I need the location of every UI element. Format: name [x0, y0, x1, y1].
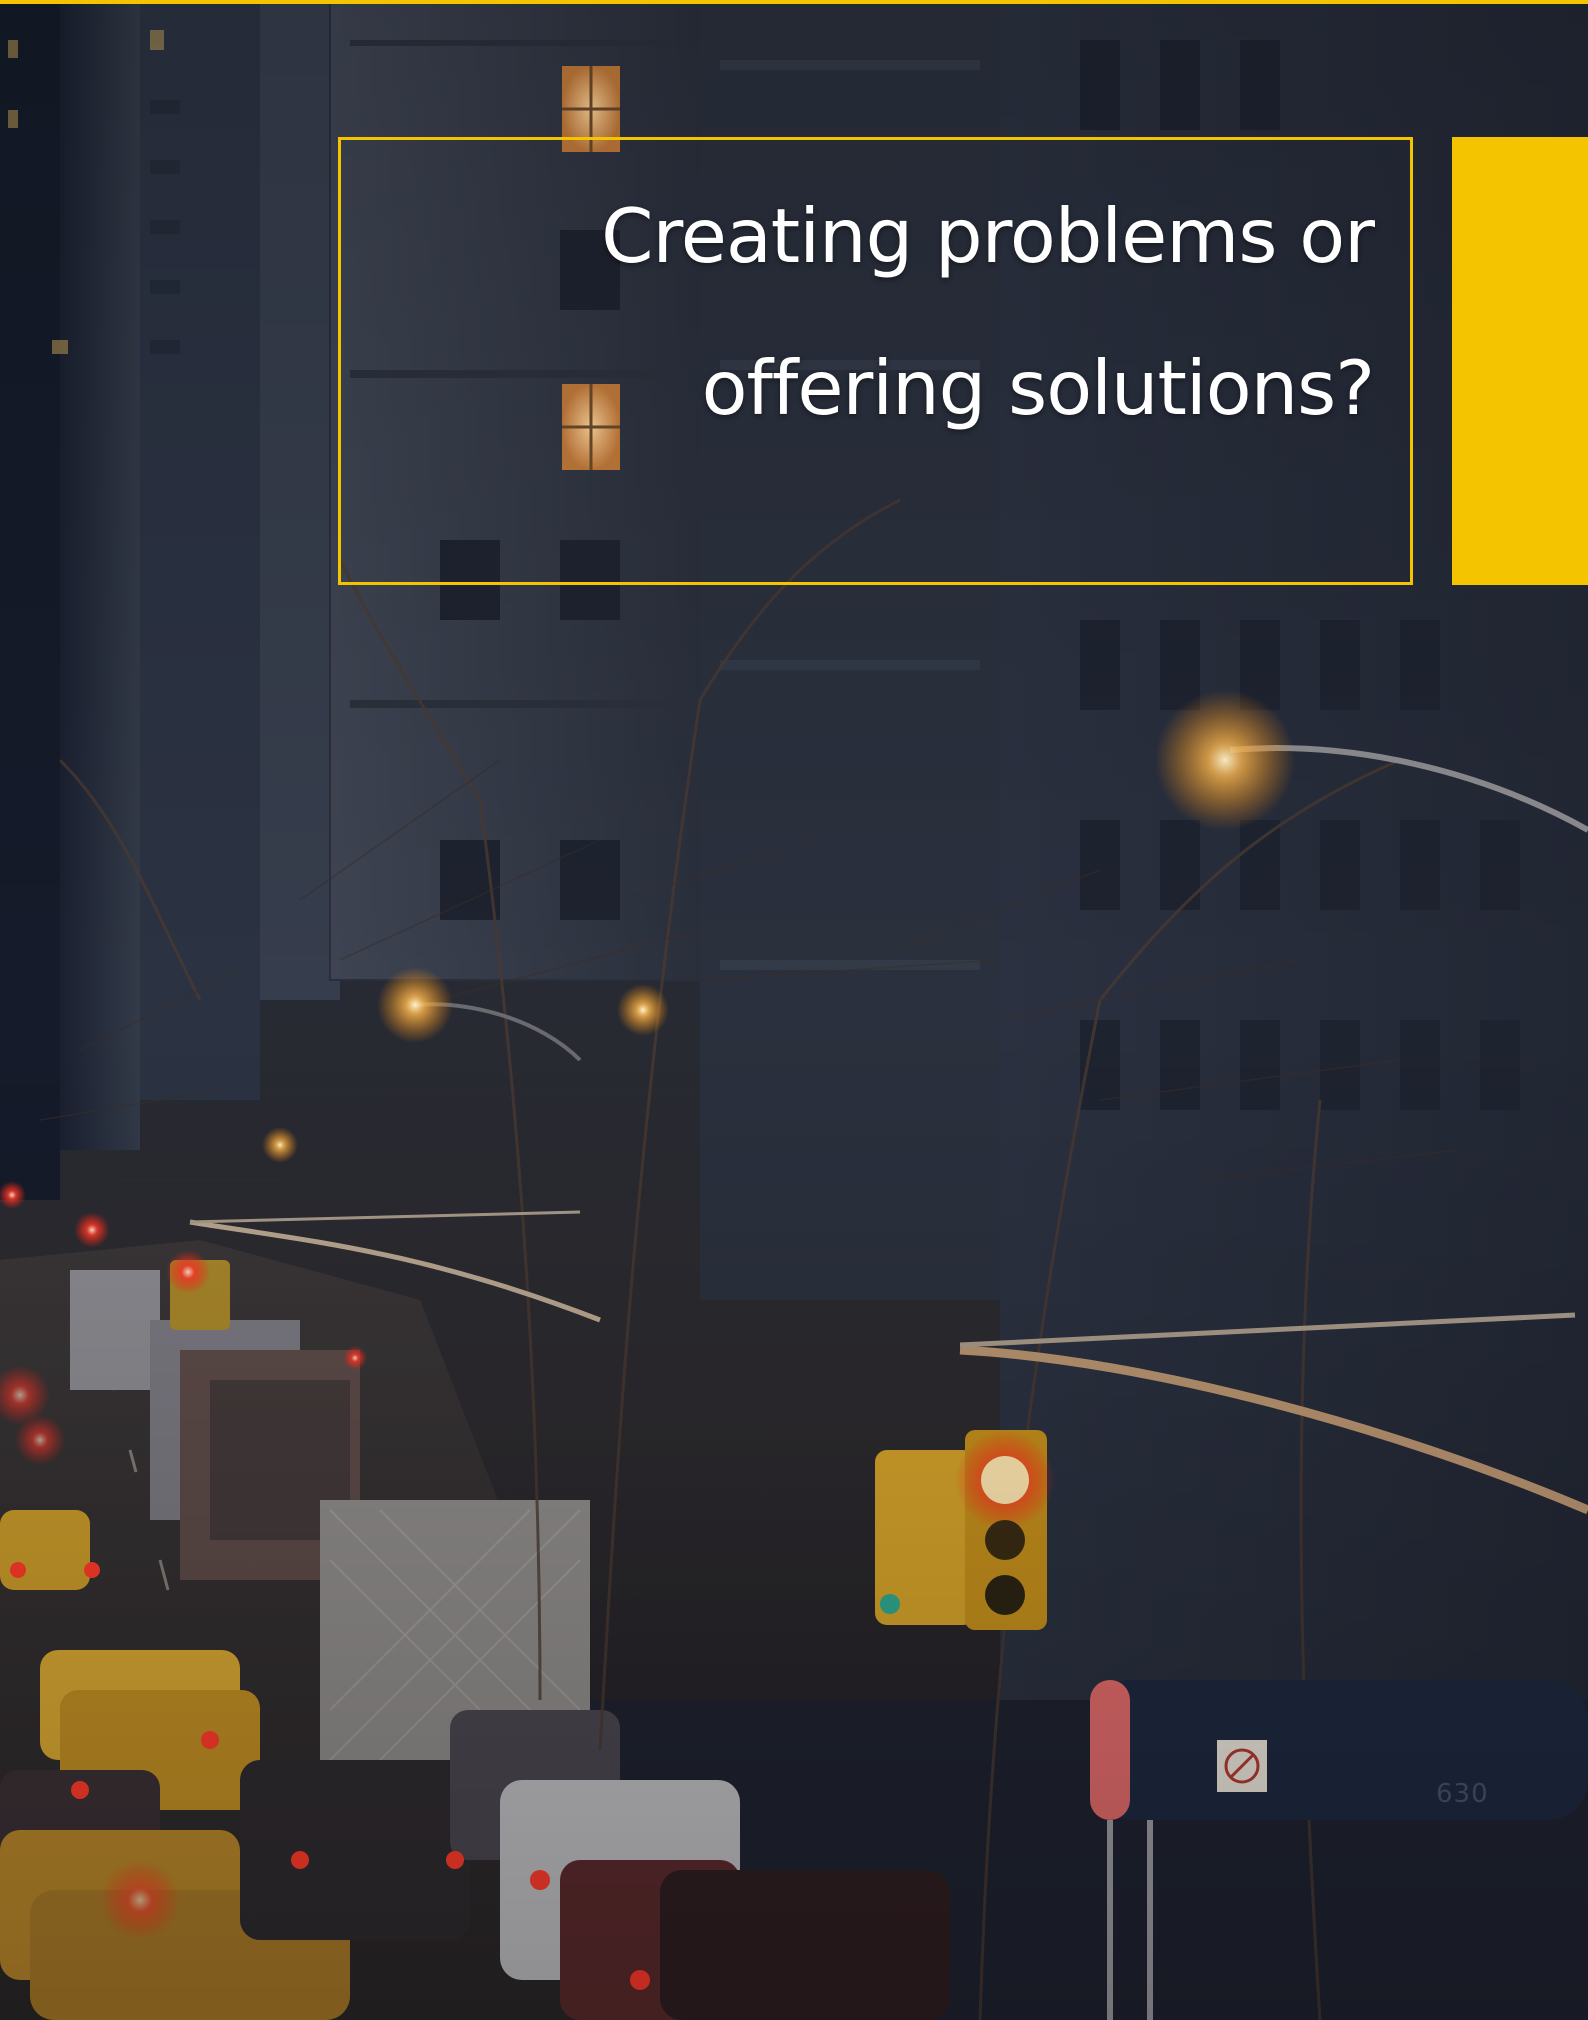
headline-line-1: Creating problems or	[601, 192, 1375, 280]
headline: Creating problems or offering solutions?	[601, 160, 1375, 464]
cover-page: Creating problems or offering solutions?…	[0, 0, 1588, 2020]
top-accent-rule	[0, 0, 1588, 4]
headline-line-2: offering solutions?	[701, 344, 1375, 432]
accent-block	[1452, 137, 1588, 585]
headline-frame: Creating problems or offering solutions?	[338, 137, 1413, 585]
awning-number: 630	[1436, 1779, 1489, 1809]
